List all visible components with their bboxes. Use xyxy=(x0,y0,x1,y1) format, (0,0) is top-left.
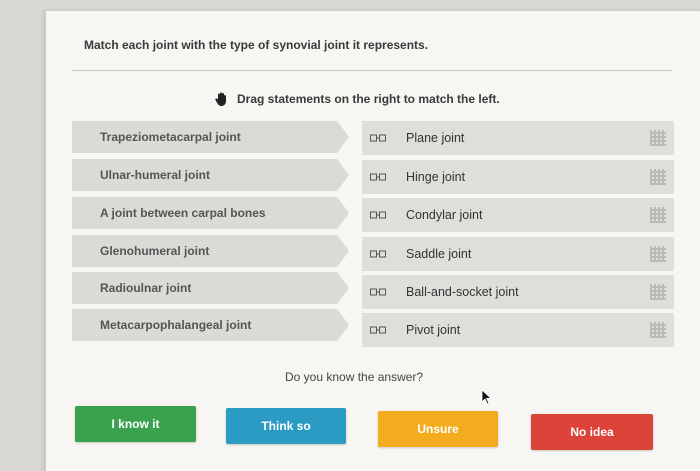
left-item-label: Metacarpophalangeal joint xyxy=(100,318,252,332)
no-idea-button[interactable]: No idea xyxy=(531,414,653,450)
grip-icon[interactable] xyxy=(650,169,666,185)
left-item-label: Trapeziometacarpal joint xyxy=(100,130,241,144)
left-item-label: Glenohumeral joint xyxy=(100,244,210,258)
left-item: Radioulnar joint xyxy=(72,272,349,304)
link-icon xyxy=(370,173,386,181)
i-know-it-button[interactable]: I know it xyxy=(75,406,196,442)
left-item-label: Ulnar-humeral joint xyxy=(100,168,211,182)
statement-label: Saddle joint xyxy=(406,247,472,261)
divider xyxy=(72,70,672,71)
question-text: Match each joint with the type of synovi… xyxy=(84,38,429,52)
left-item-label: Radioulnar joint xyxy=(100,281,192,295)
left-item: Ulnar-humeral joint xyxy=(72,159,349,191)
statement-label: Condylar joint xyxy=(406,208,483,222)
think-so-button[interactable]: Think so xyxy=(226,408,346,444)
cursor-icon xyxy=(481,389,493,405)
statement-label: Hinge joint xyxy=(406,170,466,184)
left-item-label: A joint between carpal bones xyxy=(100,206,266,220)
grip-icon[interactable] xyxy=(650,284,666,300)
draggable-statement[interactable]: Hinge joint xyxy=(362,160,674,194)
left-item: Glenohumeral joint xyxy=(72,235,349,267)
draggable-statement[interactable]: Ball-and-socket joint xyxy=(362,275,674,309)
instruction-text: Drag statements on the right to match th… xyxy=(237,92,500,106)
link-icon xyxy=(370,288,386,296)
instruction: Drag statements on the right to match th… xyxy=(214,91,500,107)
link-icon xyxy=(370,211,386,219)
statement-label: Pivot joint xyxy=(406,323,461,337)
left-item: Metacarpophalangeal joint xyxy=(72,309,349,341)
grip-icon[interactable] xyxy=(650,207,666,223)
grip-icon[interactable] xyxy=(650,322,666,338)
grip-icon[interactable] xyxy=(650,130,666,146)
statement-label: Plane joint xyxy=(406,131,465,145)
draggable-statement[interactable]: Saddle joint xyxy=(362,237,674,271)
statement-label: Ball-and-socket joint xyxy=(406,285,519,299)
link-icon xyxy=(370,134,386,142)
left-item: A joint between carpal bones xyxy=(72,197,349,229)
draggable-statement[interactable]: Condylar joint xyxy=(362,198,674,232)
link-icon xyxy=(370,250,386,258)
grip-icon[interactable] xyxy=(650,246,666,262)
left-item: Trapeziometacarpal joint xyxy=(72,121,349,153)
link-icon xyxy=(370,326,386,334)
unsure-button[interactable]: Unsure xyxy=(378,411,498,447)
prompt-text: Do you know the answer? xyxy=(285,370,424,384)
draggable-statement[interactable]: Plane joint xyxy=(362,121,674,155)
hand-icon xyxy=(215,92,226,106)
draggable-statement[interactable]: Pivot joint xyxy=(362,313,674,347)
